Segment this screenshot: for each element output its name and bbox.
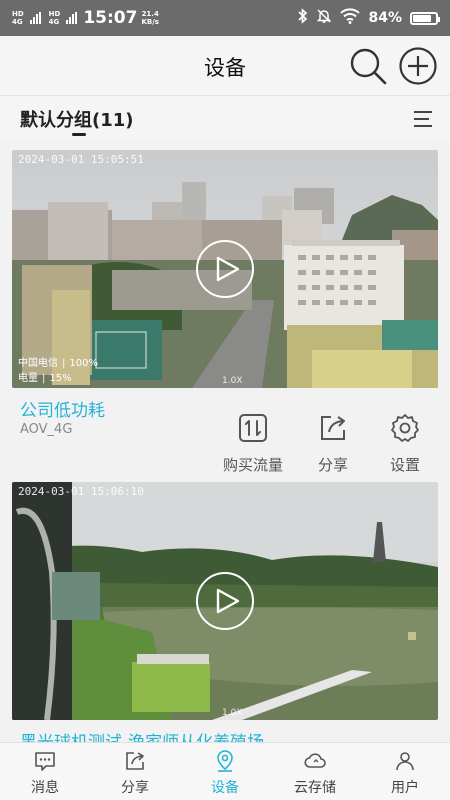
nav-user[interactable]: 用户 (360, 743, 450, 800)
share-icon (321, 416, 345, 440)
group-title[interactable]: 默认分组(11) (20, 106, 134, 132)
user-icon (396, 752, 414, 771)
plus-circle-icon (399, 47, 437, 85)
network-2: HD 4G (49, 10, 61, 26)
bluetooth-icon (298, 8, 308, 28)
signal-bars-icon (66, 12, 78, 24)
device-thumbnail[interactable]: 2024-03-01 15:06:10 1.0X (12, 482, 438, 720)
video-timestamp: 2024-03-01 15:06:10 (18, 485, 144, 498)
share-label: 分享 (317, 456, 348, 474)
network-2-gen: 4G (48, 18, 60, 26)
zoom-level: 1.0X (222, 376, 243, 386)
device-card: 2024-03-01 15:06:10 1.0X 黑光球机测试-渔家师从化养殖场 (12, 482, 438, 753)
zoom-level: 1.0X (222, 708, 243, 718)
battery-percent: 84% (368, 10, 402, 26)
nav-label: 分享 (121, 780, 149, 796)
data-traffic-icon (239, 414, 267, 442)
carrier-label: 中国电信 (18, 358, 58, 369)
battery-label: 电量 (18, 373, 38, 384)
signal-value: 100% (69, 358, 98, 369)
device-location-icon (217, 750, 233, 772)
buy-data-label: 购买流量 (222, 456, 283, 474)
cloud-storage-icon (304, 753, 326, 768)
play-button[interactable] (196, 240, 254, 298)
group-header: 默认分组(11) (0, 97, 450, 141)
separator: | (62, 358, 66, 369)
mute-bell-icon (316, 8, 332, 28)
nav-messages[interactable]: 消息 (0, 743, 90, 800)
device-name[interactable]: 公司低功耗 (20, 396, 105, 421)
network-speed: 21.4 KB/s (141, 10, 158, 26)
nav-cloud-storage[interactable]: 云存储 (270, 743, 360, 800)
status-bar: HD 4G HD 4G 15:07 21.4 KB/s 84% (0, 0, 450, 36)
settings-label: 设置 (389, 456, 420, 474)
speed-value: 21.4 (141, 10, 159, 18)
device-actions: 购买流量 分享 设置 (216, 412, 438, 476)
list-menu-icon (414, 111, 432, 127)
device-card: 2024-03-01 15:05:51 中国电信 | 100% 电量 | 15%… (12, 150, 438, 474)
device-status-overlay: 中国电信 | 100% 电量 | 15% (18, 356, 98, 386)
nav-label: 用户 (391, 780, 419, 796)
search-button[interactable] (348, 46, 388, 86)
nav-devices[interactable]: 设备 (180, 743, 270, 800)
network-2-type: HD (48, 10, 61, 18)
wifi-icon (340, 8, 361, 28)
search-icon (350, 48, 387, 85)
device-model: AOV_4G (20, 422, 73, 437)
battery-value: 15% (49, 373, 72, 384)
play-button[interactable] (196, 572, 254, 630)
gear-icon (391, 414, 419, 442)
group-indicator (72, 133, 86, 136)
device-thumbnail[interactable]: 2024-03-01 15:05:51 中国电信 | 100% 电量 | 15%… (12, 150, 438, 388)
share-button[interactable]: 分享 (298, 412, 368, 475)
network-indicators: HD 4G HD 4G (12, 10, 78, 26)
message-icon (35, 752, 55, 771)
video-timestamp: 2024-03-01 15:05:51 (18, 153, 144, 166)
nav-label: 云存储 (294, 780, 336, 796)
network-1-gen: 4G (12, 18, 23, 26)
buy-data-button[interactable]: 购买流量 (216, 412, 290, 475)
play-icon (216, 588, 239, 614)
speed-unit: KB/s (141, 18, 159, 26)
network-1-type: HD (12, 10, 24, 18)
play-icon (216, 256, 239, 282)
settings-button[interactable]: 设置 (370, 412, 440, 475)
bottom-navigation: 消息 分享 设备 云存储 用户 (0, 742, 450, 800)
group-menu-button[interactable] (412, 109, 436, 129)
share-icon (126, 752, 144, 770)
nav-label: 消息 (31, 780, 59, 796)
battery-icon (410, 11, 440, 25)
separator: | (42, 373, 46, 384)
nav-share[interactable]: 分享 (90, 743, 180, 800)
top-bar: 设备 (0, 36, 450, 96)
add-device-button[interactable] (398, 46, 438, 86)
network-1: HD 4G (12, 10, 24, 26)
signal-bars-icon (29, 12, 41, 24)
nav-label: 设备 (211, 780, 239, 796)
clock: 15:07 (83, 8, 138, 28)
